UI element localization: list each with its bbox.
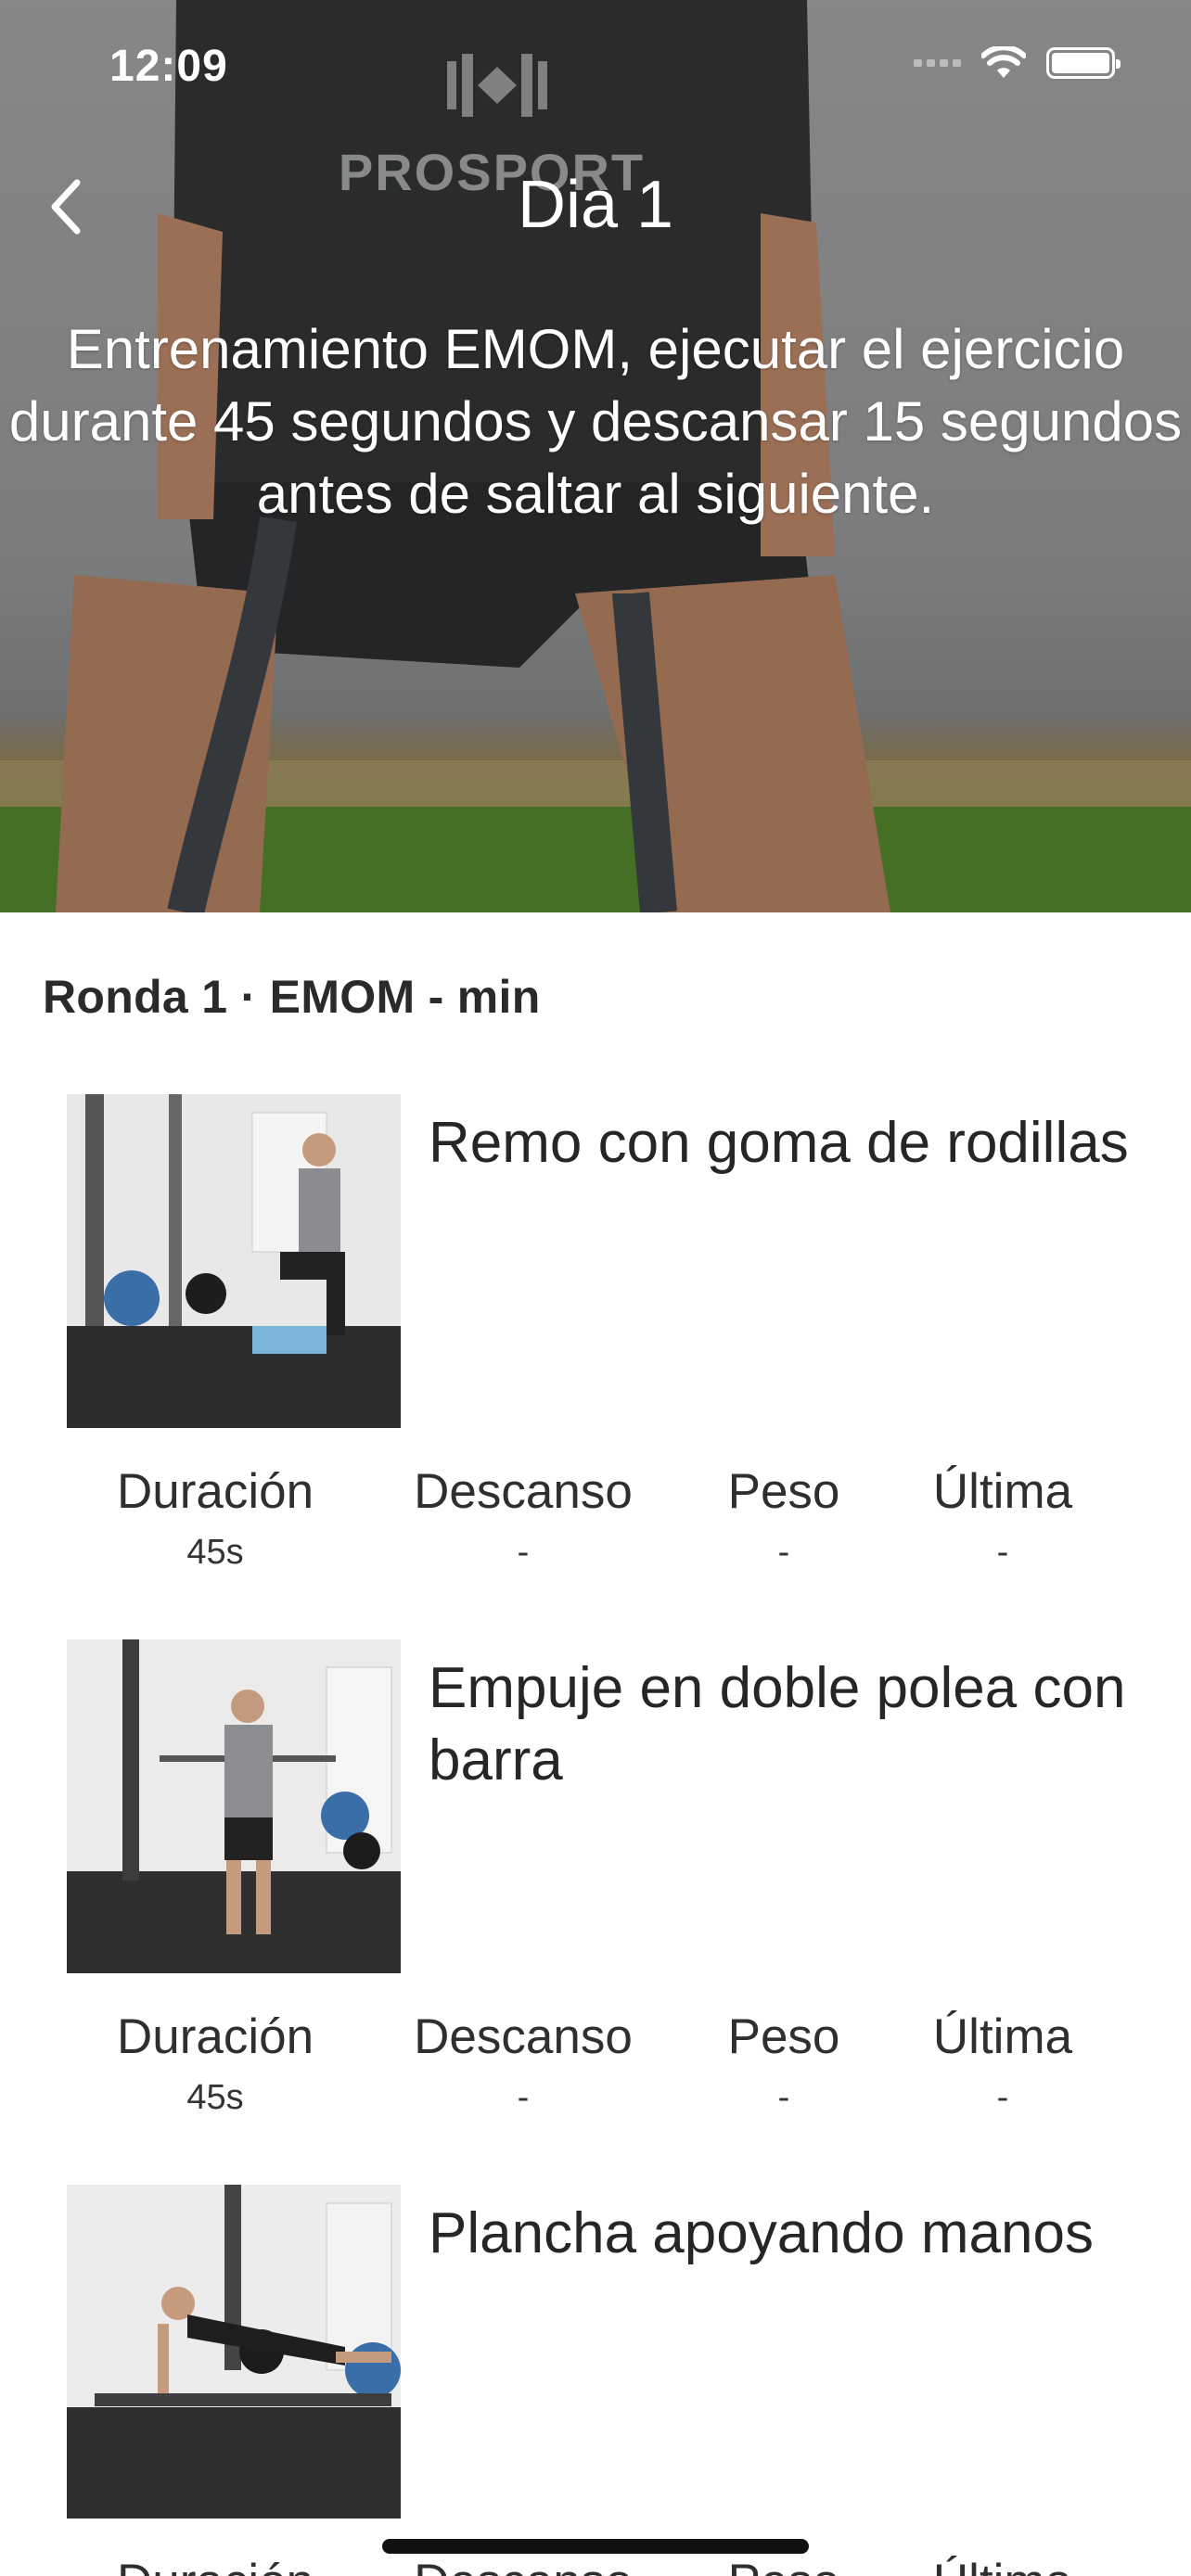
exercise-name[interactable]: Plancha apoyando manos <box>429 2198 1152 2270</box>
stat-value: - <box>517 2078 530 2117</box>
stat-label: Descanso <box>414 2009 633 2064</box>
stat-value: - <box>517 1533 530 1572</box>
exercise-thumbnail[interactable] <box>67 2185 401 2519</box>
battery-icon <box>1046 47 1121 79</box>
stat-value: 45s <box>186 1533 244 1572</box>
stat-value: - <box>996 1533 1009 1572</box>
hero-header: PROSPORT 12:09 Dia 1 Entrenamiento EMOM,… <box>0 0 1191 912</box>
stat-value: - <box>996 2078 1009 2117</box>
wifi-icon <box>981 46 1026 78</box>
exercise-thumbnail[interactable] <box>67 1094 401 1428</box>
round-title: Ronda 1 · EMOM - min <box>43 971 541 1023</box>
stat-label: Última <box>932 2009 1073 2064</box>
stat-duration: Duración 45s <box>85 2009 345 2118</box>
stat-rest: Descanso <box>393 2554 653 2576</box>
stat-last: Última <box>873 2554 1133 2576</box>
workout-description: Entrenamiento EMOM, ejecutar el ejercici… <box>8 318 1183 525</box>
stat-label: Duración <box>116 2009 314 2064</box>
stat-label: Última <box>932 1464 1073 1519</box>
stat-rest: Descanso - <box>393 2009 653 2118</box>
stat-rest: Descanso - <box>393 1463 653 1573</box>
stat-last: Última - <box>873 2009 1133 2118</box>
exercise-item[interactable]: Remo con goma de rodillas Duración 45s D… <box>0 1094 1191 1639</box>
exercise-name[interactable]: Remo con goma de rodillas <box>429 1107 1152 1180</box>
status-time: 12:09 <box>109 42 228 91</box>
status-icons <box>914 46 1121 80</box>
stat-duration: Duración <box>85 2554 345 2576</box>
home-indicator[interactable] <box>382 2539 809 2554</box>
stat-label: Duración <box>85 2554 345 2576</box>
stat-label: Duración <box>116 1464 314 1519</box>
stat-label: Última <box>873 2554 1133 2576</box>
stat-duration: Duración 45s <box>85 1463 345 1573</box>
stat-last: Última - <box>873 1463 1133 1573</box>
exercise-thumbnail[interactable] <box>67 1639 401 1973</box>
stat-label: Descanso <box>393 2554 653 2576</box>
stat-label: Descanso <box>414 1464 633 1519</box>
signal-icon <box>914 59 961 67</box>
exercise-item[interactable]: Plancha apoyando manos Duración Descanso… <box>0 2185 1191 2576</box>
exercise-name[interactable]: Empuje en doble polea con barra <box>429 1652 1152 1797</box>
exercise-item[interactable]: Empuje en doble polea con barra Duración… <box>0 1639 1191 2185</box>
screen: PROSPORT 12:09 Dia 1 Entrenamiento EMOM,… <box>0 0 1191 2576</box>
stat-value: 45s <box>186 2078 244 2117</box>
page-title: Dia 1 <box>517 168 674 242</box>
